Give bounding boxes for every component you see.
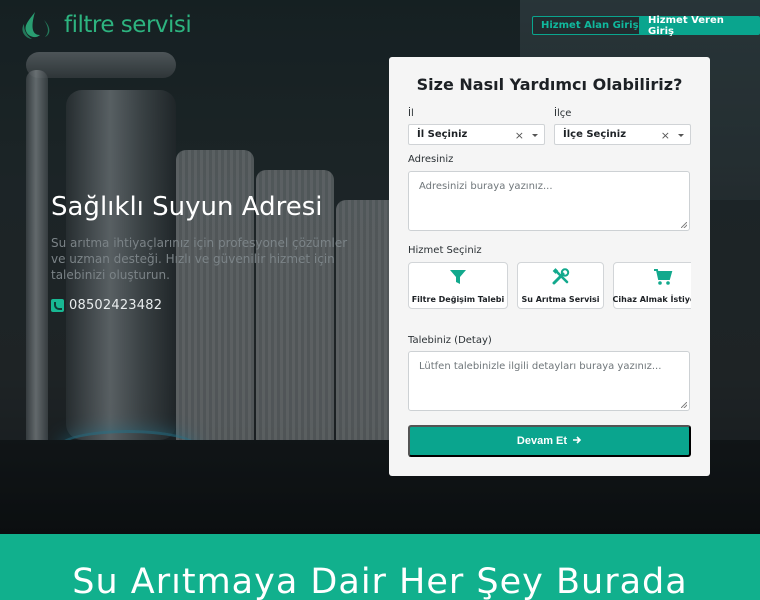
- arrow-right-icon: [572, 435, 582, 448]
- tools-icon: [552, 267, 570, 290]
- service-option-label: Su Arıtma Servisi: [521, 294, 600, 304]
- hero-title: Sağlıklı Suyun Adresi: [51, 192, 323, 222]
- cart-icon: [653, 268, 673, 290]
- continue-button[interactable]: Devam Et: [408, 425, 691, 457]
- provider-login-button[interactable]: Hizmet Veren Giriş: [639, 15, 760, 37]
- service-option-buy-device[interactable]: Cihaz Almak İstiyorum: [613, 262, 691, 309]
- service-options: Filtre Değişim Talebi Su Arıtma Servisi: [408, 262, 691, 310]
- chevron-down-icon: [532, 134, 538, 137]
- service-option-label: Filtre Değişim Talebi: [411, 294, 505, 304]
- customer-login-button[interactable]: Hizmet Alan Giriş: [532, 16, 648, 35]
- address-label: Adresiniz: [408, 154, 454, 165]
- resize-handle[interactable]: [681, 222, 687, 228]
- phone-number: 08502423482: [69, 298, 163, 313]
- resize-handle[interactable]: [681, 402, 687, 408]
- info-banner: Su Arıtmaya Dair Her Şey Burada: [0, 534, 760, 600]
- city-select[interactable]: İl Seçiniz ×: [408, 124, 545, 145]
- banner-title: Su Arıtmaya Dair Her Şey Burada: [72, 562, 688, 600]
- district-select[interactable]: İlçe Seçiniz ×: [554, 124, 691, 145]
- city-label: İl: [408, 108, 414, 119]
- detail-textarea[interactable]: Lütfen talebinizle ilgili detayları bura…: [408, 351, 690, 411]
- district-label: İlçe: [554, 108, 572, 119]
- phone-link[interactable]: 08502423482: [51, 298, 162, 313]
- phone-icon: [51, 299, 64, 312]
- hero-description: Su arıtma ihtiyaçlarınız için profesyone…: [51, 236, 348, 282]
- detail-label: Talebiniz (Detay): [408, 335, 492, 346]
- form-title: Size Nasıl Yardımcı Olabiliriz?: [416, 75, 683, 94]
- chevron-down-icon: [678, 134, 684, 137]
- service-option-label: Cihaz Almak İstiyorum: [612, 294, 691, 304]
- continue-button-label: Devam Et: [516, 435, 568, 447]
- district-select-value: İlçe Seçiniz: [563, 129, 627, 140]
- water-drop-logo-icon: [20, 10, 58, 40]
- service-option-water-purification[interactable]: Su Arıtma Servisi: [517, 262, 604, 309]
- filter-icon: [449, 268, 467, 290]
- city-select-value: İl Seçiniz: [417, 129, 468, 140]
- clear-icon[interactable]: ×: [661, 129, 670, 142]
- service-request-form: Size Nasıl Yardımcı Olabiliriz? İl İl Se…: [389, 57, 710, 476]
- detail-placeholder: Lütfen talebinizle ilgili detayları bura…: [419, 361, 662, 372]
- service-label: Hizmet Seçiniz: [408, 245, 482, 256]
- brand-name: filtre servisi: [64, 12, 192, 38]
- service-option-filter-change[interactable]: Filtre Değişim Talebi: [408, 262, 508, 309]
- brand-logo[interactable]: filtre servisi: [20, 10, 192, 40]
- clear-icon[interactable]: ×: [515, 129, 524, 142]
- address-textarea[interactable]: Adresinizi buraya yazınız...: [408, 171, 690, 231]
- address-placeholder: Adresinizi buraya yazınız...: [419, 181, 553, 192]
